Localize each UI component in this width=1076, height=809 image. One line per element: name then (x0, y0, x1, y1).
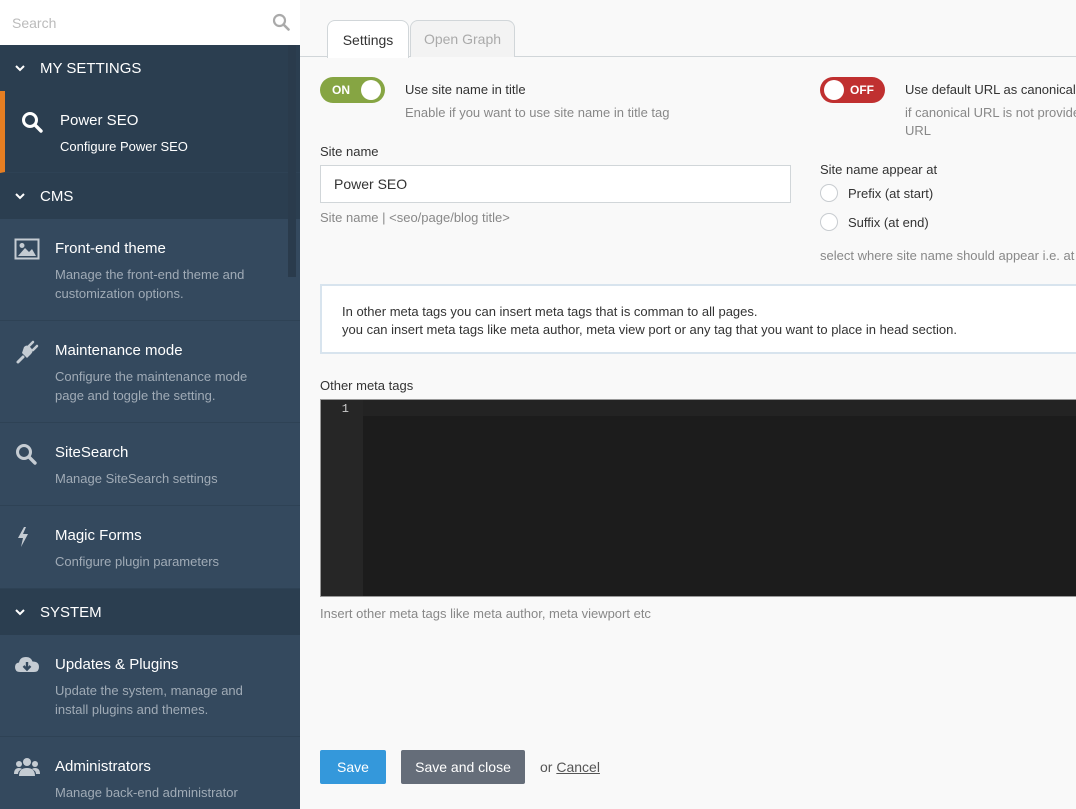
sidebar-search (0, 0, 300, 45)
bolt-icon (14, 525, 40, 549)
toggle-knob (824, 80, 844, 100)
other-meta-tags-help: Insert other meta tags like meta author,… (320, 606, 651, 621)
site-name-help: Site name | <seo/page/blog title> (320, 210, 510, 225)
sidebar-item-power-seo[interactable]: Power SEO Configure Power SEO (0, 91, 300, 173)
canonical-url-label: Use default URL as canonical U (905, 82, 1076, 97)
image-icon (14, 238, 40, 262)
section-label: CMS (40, 187, 74, 205)
info-line: In other meta tags you can insert meta t… (342, 304, 758, 319)
suffix-radio-label[interactable]: Suffix (at end) (848, 215, 929, 230)
sidebar-item-title: Power SEO (60, 112, 139, 129)
sidebar-item-desc: Manage back-end administrator (55, 785, 238, 800)
sidebar-item-administrators[interactable]: Administrators Manage back-end administr… (0, 737, 300, 809)
section-cms[interactable]: CMS (0, 173, 300, 219)
sidebar-item-desc: Configure the maintenance mode page and … (55, 369, 248, 403)
canonical-url-help: if canonical URL is not provide (905, 105, 1076, 120)
prefix-radio-label[interactable]: Prefix (at start) (848, 186, 933, 201)
editor-gutter: 1 (321, 400, 363, 596)
suffix-radio[interactable] (820, 213, 838, 231)
cancel-link[interactable]: Cancel (556, 759, 600, 775)
search-icon (14, 442, 40, 466)
save-and-close-button[interactable]: Save and close (401, 750, 525, 784)
section-label: SYSTEM (40, 603, 102, 621)
site-name-in-title-help: Enable if you want to use site name in t… (405, 105, 670, 120)
users-icon (14, 756, 40, 780)
chevron-down-icon (0, 192, 40, 200)
sidebar-item-desc: Update the system, manage and install pl… (55, 683, 243, 717)
section-system[interactable]: SYSTEM (0, 589, 300, 635)
sidebar-item-sitesearch[interactable]: SiteSearch Manage SiteSearch settings (0, 423, 300, 506)
other-meta-tags-editor[interactable]: 1 (320, 399, 1076, 597)
sidebar-item-title: Magic Forms (55, 527, 142, 544)
tab-bar: Settings Open Graph (300, 0, 1076, 58)
site-name-input[interactable] (320, 165, 791, 203)
editor-active-line[interactable] (363, 400, 1076, 416)
search-input[interactable] (0, 0, 300, 45)
toggle-knob (361, 80, 381, 100)
sidebar-scrollbar[interactable] (288, 45, 296, 277)
chevron-down-icon (0, 608, 40, 616)
sidebar-item-desc: Manage SiteSearch settings (55, 471, 218, 486)
sidebar-item-maintenance-mode[interactable]: Maintenance mode Configure the maintenan… (0, 321, 300, 423)
search-icon[interactable] (272, 13, 290, 31)
cloud-download-icon (14, 654, 40, 678)
info-line: you can insert meta tags like meta autho… (342, 322, 957, 337)
sidebar-item-title: Administrators (55, 758, 151, 775)
sidebar-item-updates-plugins[interactable]: Updates & Plugins Update the system, man… (0, 635, 300, 737)
tab-settings[interactable]: Settings (327, 20, 409, 58)
toggle-state-label: OFF (850, 83, 874, 97)
tab-open-graph[interactable]: Open Graph (410, 20, 515, 57)
sidebar-item-title: Front-end theme (55, 240, 166, 257)
site-name-in-title-label: Use site name in title (405, 82, 526, 97)
canonical-url-help-continued: URL (905, 123, 932, 138)
save-button[interactable]: Save (320, 750, 386, 784)
or-text: or (540, 759, 553, 775)
cancel-group: or Cancel (540, 759, 600, 775)
site-name-label: Site name (320, 144, 379, 159)
toggle-state-label: ON (332, 83, 350, 97)
sidebar-item-title: Maintenance mode (55, 342, 183, 359)
search-icon (20, 110, 46, 134)
sidebar-item-desc: Configure plugin parameters (55, 554, 220, 569)
chevron-down-icon (0, 64, 40, 72)
main-content: Settings Open Graph ON Use site name in … (300, 0, 1076, 809)
section-my-settings[interactable]: MY SETTINGS (0, 45, 300, 91)
sidebar-item-magic-forms[interactable]: Magic Forms Configure plugin parameters (0, 506, 300, 589)
line-number: 1 (341, 402, 349, 416)
sidebar: MY SETTINGS Power SEO Configure Power SE… (0, 0, 300, 809)
plug-icon (14, 340, 40, 364)
canonical-url-toggle[interactable]: OFF (820, 77, 885, 103)
section-label: MY SETTINGS (40, 59, 142, 77)
info-callout: In other meta tags you can insert meta t… (320, 284, 1076, 354)
other-meta-tags-label: Other meta tags (320, 378, 414, 393)
site-name-position-help: select where site name should appear i.e… (820, 248, 1076, 263)
prefix-radio[interactable] (820, 184, 838, 202)
sidebar-item-front-end-theme[interactable]: Front-end theme Manage the front-end the… (0, 219, 300, 321)
sidebar-item-title: SiteSearch (55, 444, 129, 461)
site-name-in-title-toggle[interactable]: ON (320, 77, 385, 103)
site-name-position-label: Site name appear at (820, 162, 938, 177)
sidebar-item-desc: Manage the front-end theme and customiza… (55, 267, 245, 301)
sidebar-item-title: Updates & Plugins (55, 656, 179, 673)
sidebar-item-desc: Configure Power SEO (60, 139, 188, 154)
